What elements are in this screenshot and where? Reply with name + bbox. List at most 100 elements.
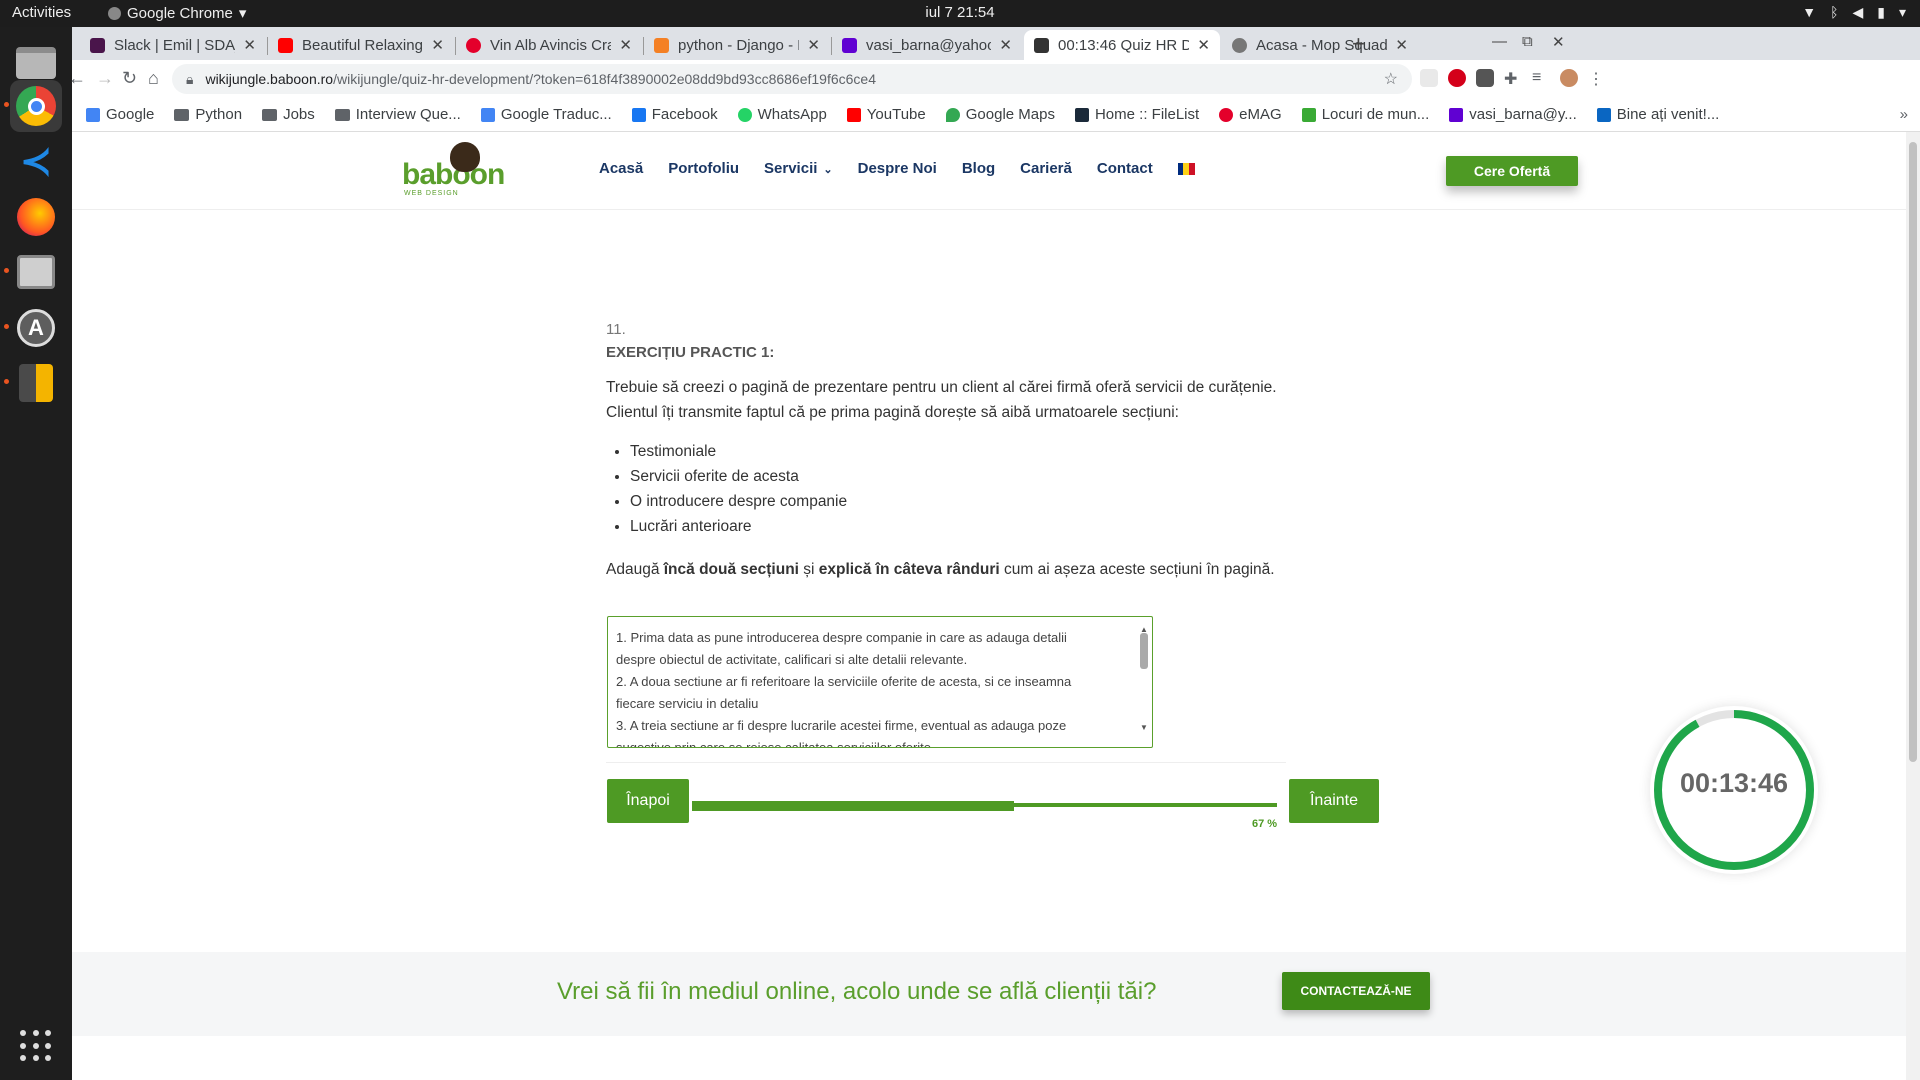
bookmark-whatsapp[interactable]: WhatsApp (737, 106, 827, 123)
tab-title: python - Django - Did you (678, 36, 799, 54)
site-logo[interactable]: baboon WEB DESIGN (402, 140, 512, 204)
bookmark-yahoo[interactable]: vasi_barna@y... (1449, 106, 1577, 123)
nav-acasa[interactable]: Acasă (599, 160, 643, 177)
running-indicator (4, 102, 9, 107)
question-number: 11. (606, 321, 626, 338)
bookmark-label: Google (106, 106, 155, 123)
bookmark-jobs[interactable]: Jobs (262, 106, 315, 123)
divider (606, 762, 1286, 763)
image-viewer-launcher[interactable] (10, 246, 62, 298)
bookmark-youtube[interactable]: YouTube (846, 106, 926, 123)
back-arrow-icon[interactable]: ← (68, 68, 86, 89)
selenium-icon[interactable] (1476, 69, 1494, 87)
url-host: wikijungle.baboon.ro (205, 71, 334, 87)
tab-title: Vin Alb Avincis Cramposi (490, 36, 612, 54)
quiz-timer: 00:13:46 (1650, 706, 1818, 874)
question-text: Trebuie să creezi o pagină de prezentare… (606, 379, 1277, 421)
close-icon[interactable]: ✕ (431, 36, 444, 54)
vscode-launcher[interactable]: ≺ (10, 135, 62, 187)
software-updater-launcher[interactable]: A (10, 302, 62, 354)
scrollbar-thumb[interactable] (1140, 633, 1148, 669)
kebab-menu-icon[interactable]: ⋮ (1588, 69, 1606, 88)
bookmark-star-icon[interactable]: ☆ (1384, 69, 1398, 89)
progress-label: 67 % (1252, 818, 1278, 830)
bookmark-label: eMAG (1239, 106, 1282, 123)
avatar[interactable] (1560, 69, 1578, 87)
textarea-scrollbar[interactable]: ▲ ▼ (1138, 619, 1150, 743)
task-emphasis: explică în câteva rânduri (818, 561, 1000, 578)
forward-arrow-icon[interactable]: → (96, 68, 114, 89)
new-tab-button[interactable]: + (1352, 31, 1365, 57)
bookmark-interview[interactable]: Interview Que... (334, 106, 461, 123)
back-button[interactable]: Înapoi (607, 779, 689, 823)
answer-textarea[interactable]: 1. Prima data as pune introducerea despr… (607, 616, 1153, 748)
bookmark-facebook[interactable]: Facebook (631, 106, 718, 123)
close-icon[interactable]: ✕ (1395, 36, 1408, 54)
close-window-button[interactable]: ✕ (1552, 33, 1565, 51)
puzzle-icon[interactable]: ✚ (1504, 69, 1522, 88)
task-emphasis: încă două secțiuni (663, 561, 799, 578)
banner-message: Vrei să fii în mediul online, acolo unde… (557, 978, 1157, 1005)
contact-us-button[interactable]: CONTACTEAZĂ-NE (1282, 972, 1430, 1010)
url-path: /wikijungle/quiz-hr-development/?token=6… (333, 71, 877, 87)
tab-vin[interactable]: Vin Alb Avincis Cramposi ✕ (456, 30, 642, 60)
firefox-launcher[interactable] (10, 191, 62, 243)
more-bookmarks-icon[interactable]: » (1900, 106, 1908, 123)
globe-icon (1232, 37, 1247, 53)
close-icon[interactable]: ✕ (807, 36, 820, 54)
close-icon[interactable]: ✕ (999, 36, 1012, 54)
tab-youtube[interactable]: Beautiful Relaxing Mu ✕ (268, 30, 454, 60)
bookmark-emag[interactable]: eMAG (1219, 106, 1282, 123)
system-clock[interactable]: iul 7 21:54 (0, 4, 1920, 21)
nav-cariera[interactable]: Carieră (1020, 160, 1072, 177)
translate-icon (480, 107, 495, 122)
bookmark-linkedin[interactable]: Bine ați venit!... (1596, 106, 1719, 123)
tab-stackoverflow[interactable]: python - Django - Did you ✕ (644, 30, 830, 60)
bookmark-label: YouTube (866, 106, 926, 123)
opera-icon[interactable] (1448, 69, 1466, 87)
bookmark-google[interactable]: Google (86, 106, 154, 123)
calculator-launcher[interactable] (10, 357, 62, 409)
tab-strip: Slack | Emil | SDA_Python ✕ Beautiful Re… (72, 27, 1920, 60)
bookmark-maps[interactable]: Google Maps (945, 106, 1055, 123)
address-bar[interactable]: 🔒︎ wikijungle.baboon.ro/wikijungle/quiz-… (172, 64, 1412, 94)
home-icon[interactable]: ⌂ (148, 68, 159, 89)
close-icon[interactable]: ✕ (243, 36, 256, 54)
system-tray[interactable]: ▼ ᛒ ◀ ▮ ▾ (1802, 4, 1906, 21)
maps-icon (945, 107, 960, 122)
romania-flag-icon[interactable] (1177, 163, 1195, 175)
extension-icon[interactable] (1420, 69, 1438, 87)
request-offer-button[interactable]: Cere Ofertă (1446, 156, 1578, 186)
minimize-button[interactable]: — (1492, 33, 1507, 50)
volume-icon: ◀ (1852, 4, 1864, 20)
scrollbar-thumb[interactable] (1909, 142, 1917, 762)
nav-contact[interactable]: Contact (1097, 160, 1153, 177)
running-indicator (4, 324, 9, 329)
bookmark-translate[interactable]: Google Traduc... (480, 106, 612, 123)
nav-portofoliu[interactable]: Portofoliu (668, 160, 739, 177)
close-icon[interactable]: ✕ (619, 36, 632, 54)
tab-mop-squad[interactable]: Acasa - Mop Squad ✕ (1222, 30, 1418, 60)
close-icon[interactable]: ✕ (1197, 36, 1210, 54)
reload-icon[interactable]: ↻ (122, 68, 137, 89)
nav-blog[interactable]: Blog (962, 160, 995, 177)
tab-slack[interactable]: Slack | Emil | SDA_Python ✕ (80, 30, 266, 60)
tab-yahoo-mail[interactable]: vasi_barna@yahoo.com - ✕ (832, 30, 1022, 60)
bookmark-filelist[interactable]: Home :: FileList (1074, 106, 1199, 123)
chrome-launcher[interactable] (10, 80, 62, 132)
maximize-button[interactable]: ⧉ (1522, 33, 1533, 50)
logo-subtitle: WEB DESIGN (404, 190, 459, 197)
nav-servicii[interactable]: Servicii ⌄ (764, 160, 833, 177)
bookmark-locuri[interactable]: Locuri de mun... (1301, 106, 1429, 123)
tab-quiz-active[interactable]: 00:13:46 Quiz HR Develop ✕ (1024, 30, 1220, 60)
media-icon[interactable]: ≡ (1532, 69, 1550, 87)
nav-despre-noi[interactable]: Despre Noi (858, 160, 937, 177)
facebook-icon (631, 107, 646, 122)
calculator-icon (19, 364, 53, 402)
page-scrollbar[interactable] (1906, 132, 1920, 1080)
next-button[interactable]: Înainte (1289, 779, 1379, 823)
bookmark-python[interactable]: Python (174, 106, 242, 123)
show-applications-button[interactable] (20, 1030, 52, 1062)
timer-value: 00:13:46 (1679, 768, 1789, 798)
folder-icon (262, 108, 278, 121)
